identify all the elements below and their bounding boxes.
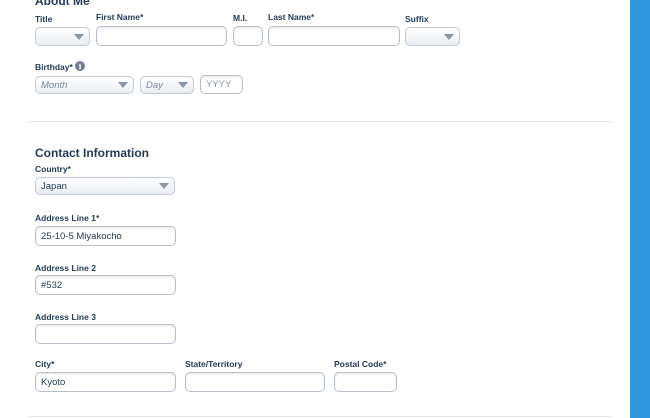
address-line-3-label: Address Line 3	[35, 312, 96, 322]
day-placeholder: Day	[146, 79, 163, 91]
left-margin	[0, 0, 16, 418]
address-line-2-field[interactable]: #532	[35, 275, 176, 295]
mi-label: M.I.	[233, 13, 248, 23]
city-field[interactable]: Kyoto	[35, 372, 176, 392]
address-line-1-label: Address Line 1	[35, 213, 99, 223]
chevron-down-icon	[118, 82, 128, 88]
mi-field[interactable]	[233, 26, 263, 46]
chevron-down-icon	[159, 183, 169, 189]
country-select[interactable]: Japan	[35, 177, 175, 195]
bottom-divider	[28, 416, 612, 417]
year-placeholder: YYYY	[206, 79, 232, 90]
suffix-select[interactable]	[405, 27, 460, 46]
last-name-field[interactable]	[268, 26, 400, 46]
suffix-label: Suffix	[405, 14, 429, 24]
chevron-down-icon	[178, 82, 188, 88]
first-name-field[interactable]	[96, 26, 227, 46]
title-select[interactable]	[35, 27, 90, 46]
info-icon[interactable]: i	[75, 61, 85, 71]
chevron-down-icon	[74, 33, 84, 40]
about-me-heading: About Me	[35, 0, 90, 8]
right-side-bar	[630, 0, 650, 418]
birthday-day-select[interactable]: Day	[140, 76, 194, 94]
postal-code-field[interactable]	[334, 372, 397, 392]
form-panel	[16, 0, 628, 418]
country-label: Country	[35, 164, 71, 174]
birthday-month-select[interactable]: Month	[35, 76, 134, 94]
birthday-year-field[interactable]: YYYY	[200, 75, 243, 94]
state-territory-field[interactable]	[185, 372, 325, 392]
address-line-2-label: Address Line 2	[35, 263, 96, 273]
last-name-label: Last Name	[268, 12, 314, 22]
country-select-value: Japan	[41, 180, 67, 192]
postal-code-label: Postal Code	[334, 359, 386, 369]
first-name-label: First Name	[96, 12, 143, 22]
chevron-down-icon	[444, 33, 454, 40]
month-placeholder: Month	[41, 79, 68, 91]
address-line-3-field[interactable]	[35, 324, 176, 344]
city-label: City	[35, 359, 54, 369]
contact-information-heading: Contact Information	[35, 146, 149, 160]
state-territory-label: State/Territory	[185, 359, 243, 369]
title-label: Title	[35, 14, 53, 24]
address-line-1-field[interactable]: 25-10-5 Miyakocho	[35, 226, 176, 246]
birthday-label: Birthday	[35, 62, 73, 72]
section-divider	[28, 121, 612, 122]
